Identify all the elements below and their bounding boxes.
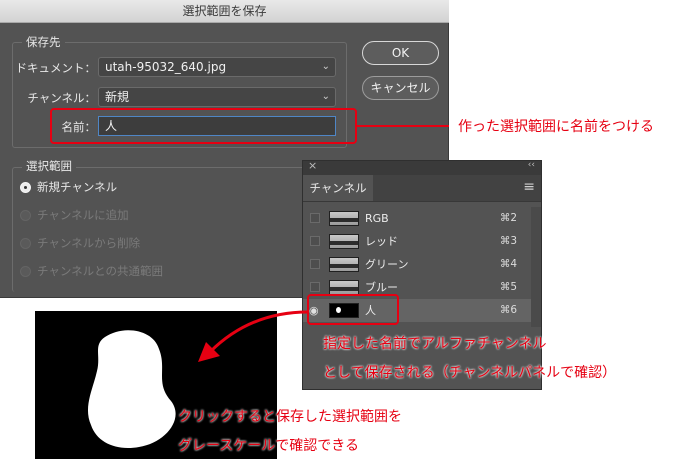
channel-select[interactable]: 新規 ⌄ — [98, 87, 336, 107]
channel-thumbnail — [329, 257, 359, 272]
channel-shortcut: ⌘3 — [499, 235, 517, 247]
alpha-annotation-line2: として保存される（チャンネルパネルで確認） — [323, 365, 617, 381]
document-select[interactable]: utah-95032_640.jpg ⌄ — [98, 57, 336, 77]
option-new-channel[interactable]: 新規チャンネル — [20, 179, 117, 195]
alpha-channel-highlight — [307, 294, 399, 325]
document-select-value: utah-95032_640.jpg — [105, 60, 227, 74]
radio-icon — [20, 210, 31, 221]
grayscale-annotation-line2: グレースケールで確認できる — [178, 438, 360, 454]
chevron-down-icon: ⌄ — [321, 61, 330, 72]
tab-channels[interactable]: チャンネル — [303, 175, 373, 201]
channel-thumbnail — [329, 280, 359, 295]
channel-name: レッド — [365, 235, 398, 248]
red-arrow-icon — [198, 310, 309, 362]
radio-icon — [20, 266, 31, 277]
visibility-toggle[interactable] — [310, 282, 320, 292]
chevron-down-icon: ⌄ — [321, 91, 330, 102]
visibility-toggle[interactable] — [310, 236, 320, 246]
channel-shortcut: ⌘4 — [499, 258, 517, 270]
visibility-toggle[interactable] — [310, 213, 320, 223]
document-label: ドキュメント： — [15, 61, 97, 75]
selection-legend: 選択範囲 — [22, 158, 76, 174]
channel-shortcut: ⌘2 — [499, 212, 517, 224]
cancel-button[interactable]: キャンセル — [362, 76, 439, 100]
option-intersect-with-channel: チャンネルとの共通範囲 — [20, 263, 163, 279]
collapse-icon[interactable]: ‹‹ — [528, 160, 535, 170]
channel-select-value: 新規 — [105, 90, 130, 104]
dialog-title: 選択範囲を保存 — [0, 0, 449, 23]
option-add-to-channel: チャンネルに追加 — [20, 207, 129, 223]
panel-menu-icon[interactable]: ≡ — [523, 179, 535, 195]
radio-icon — [20, 238, 31, 249]
panel-tabbar: チャンネル ≡ — [303, 175, 541, 202]
panel-scrollbar[interactable] — [531, 207, 541, 327]
channel-thumbnail — [329, 234, 359, 249]
option-label: 新規チャンネル — [37, 180, 118, 194]
name-highlight-box — [50, 108, 357, 144]
channel-shortcut: ⌘5 — [499, 281, 517, 293]
channels-panel: × ‹‹ チャンネル ≡ RGB ⌘2 レッド ⌘3 グリーン ⌘4 ブルー ⌘… — [302, 159, 542, 390]
grayscale-annotation-line1: クリックすると保存した選択範囲を — [178, 409, 402, 425]
name-annotation: 作った選択範囲に名前をつける — [458, 119, 654, 135]
save-to-legend: 保存先 — [22, 34, 65, 50]
channel-shortcut: ⌘6 — [499, 304, 517, 316]
channel-label: チャンネル： — [27, 91, 96, 105]
channel-row-rgb[interactable]: RGB ⌘2 — [303, 207, 531, 230]
close-icon[interactable]: × — [308, 159, 317, 172]
name-connector-line — [357, 125, 449, 127]
option-label: チャンネルに追加 — [37, 208, 129, 222]
visibility-toggle[interactable] — [310, 259, 320, 269]
option-label: チャンネルとの共通範囲 — [37, 264, 164, 278]
radio-selected-icon — [20, 182, 31, 193]
option-subtract-from-channel: チャンネルから削除 — [20, 235, 140, 251]
channel-row-red[interactable]: レッド ⌘3 — [303, 230, 531, 253]
channel-row-green[interactable]: グリーン ⌘4 — [303, 253, 531, 276]
ok-button[interactable]: OK — [362, 41, 439, 65]
channel-name: RGB — [365, 212, 389, 225]
alpha-annotation-line1: 指定した名前でアルファチャンネル — [323, 336, 547, 352]
panel-header: × ‹‹ — [303, 159, 541, 175]
channel-thumbnail — [329, 211, 359, 226]
channel-name: グリーン — [365, 258, 409, 271]
option-label: チャンネルから削除 — [37, 236, 141, 250]
